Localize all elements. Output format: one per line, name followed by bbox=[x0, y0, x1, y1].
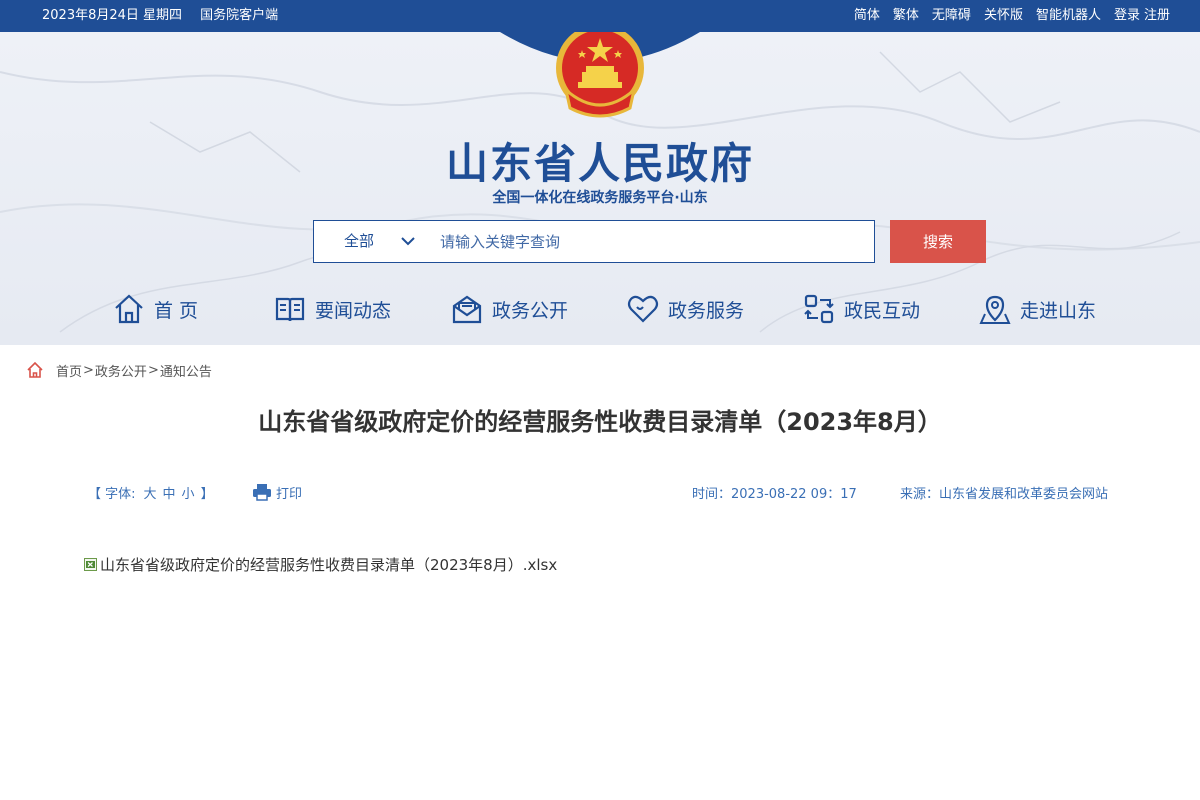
breadcrumb-notices[interactable]: 通知公告 bbox=[160, 361, 212, 380]
traditional-chinese-link[interactable]: 繁体 bbox=[893, 0, 919, 32]
state-council-client-link[interactable]: 国务院客户端 bbox=[200, 8, 278, 23]
search-scope-select[interactable]: 全部 bbox=[344, 221, 374, 262]
breadcrumb-separator: > bbox=[147, 362, 159, 378]
national-emblem-icon bbox=[556, 32, 644, 118]
nav-item-government-affairs[interactable]: 政务公开 bbox=[450, 287, 568, 331]
attachment-filename: 山东省省级政府定价的经营服务性收费目录清单（2023年8月）.xlsx bbox=[100, 555, 558, 574]
font-size-label: 【 字体: bbox=[88, 486, 136, 502]
printer-icon bbox=[253, 484, 271, 501]
article-title: 山东省省级政府定价的经营服务性收费目录清单（2023年8月） bbox=[258, 408, 942, 436]
nav-item-label: 政民互动 bbox=[844, 299, 921, 322]
nav-item-news[interactable]: 要闻动态 bbox=[273, 287, 391, 331]
nav-item-about-shandong[interactable]: 走进山东 bbox=[978, 287, 1096, 331]
simplified-chinese-link[interactable]: 简体 bbox=[854, 0, 880, 32]
search-input[interactable] bbox=[440, 226, 860, 257]
search-button[interactable]: 搜索 bbox=[890, 220, 986, 263]
nav-item-label: 政务公开 bbox=[492, 299, 569, 322]
print-button[interactable]: 打印 bbox=[252, 482, 302, 502]
interaction-icon bbox=[804, 294, 834, 324]
nav-item-label: 政务服务 bbox=[668, 299, 745, 322]
header-banner: 山东省人民政府 全国一体化在线政务服务平台·山东 全部 搜索 首 页 要闻动态 bbox=[0, 32, 1200, 345]
nav-item-interaction[interactable]: 政民互动 bbox=[802, 287, 920, 331]
site-title: 山东省人民政府 bbox=[445, 139, 754, 188]
nav-item-government-services[interactable]: 政务服务 bbox=[626, 287, 744, 331]
font-size-controls: 【 字体: 大 中 小 】 bbox=[88, 482, 214, 502]
font-size-small[interactable]: 小 bbox=[182, 483, 195, 502]
top-bar-left: 2023年8月24日 星期四 国务院客户端 bbox=[42, 0, 278, 32]
breadcrumb-home[interactable]: 首页 bbox=[56, 361, 82, 380]
nav-item-label: 首 页 bbox=[154, 299, 199, 322]
font-size-medium[interactable]: 中 bbox=[163, 483, 176, 502]
home-icon bbox=[115, 294, 143, 324]
main-nav: 首 页 要闻动态 政务公开 政务服务 政民互动 走进山东 bbox=[0, 287, 1200, 331]
accessibility-link[interactable]: 无障碍 bbox=[932, 0, 971, 32]
font-size-large[interactable]: 大 bbox=[144, 483, 157, 502]
nav-item-label: 要闻动态 bbox=[315, 299, 392, 322]
home-icon bbox=[27, 361, 43, 378]
attachment-link[interactable]: 山东省省级政府定价的经营服务性收费目录清单（2023年8月）.xlsx bbox=[84, 553, 557, 575]
breadcrumb-government-affairs[interactable]: 政务公开 bbox=[95, 361, 147, 380]
current-date: 2023年8月24日 星期四 bbox=[42, 8, 183, 23]
nav-item-label: 走进山东 bbox=[1020, 299, 1097, 322]
book-icon bbox=[275, 297, 305, 322]
heart-icon bbox=[627, 295, 659, 323]
breadcrumb: 首页 > 政务公开 > 通知公告 bbox=[26, 360, 212, 380]
top-bar-links: 简体 繁体 无障碍 关怀版 智能机器人 登录 注册 bbox=[854, 0, 1170, 32]
register-link[interactable]: 注册 bbox=[1144, 0, 1170, 32]
login-link[interactable]: 登录 bbox=[1114, 0, 1140, 32]
top-bar: 2023年8月24日 星期四 国务院客户端 简体 繁体 无障碍 关怀版 智能机器… bbox=[0, 0, 1200, 32]
print-label: 打印 bbox=[276, 486, 303, 502]
font-size-end: 】 bbox=[200, 486, 214, 502]
excel-file-icon bbox=[84, 557, 97, 571]
breadcrumb-separator: > bbox=[83, 362, 94, 378]
smart-robot-link[interactable]: 智能机器人 bbox=[1036, 0, 1101, 32]
location-icon bbox=[979, 295, 1011, 324]
article-source: 来源：山东省发展和改革委员会网站 bbox=[900, 486, 1109, 502]
nav-item-home[interactable]: 首 页 bbox=[112, 287, 198, 331]
publish-time: 时间：2023-08-22 09：17 bbox=[692, 486, 857, 502]
mail-icon bbox=[452, 295, 482, 324]
elderly-care-mode-link[interactable]: 关怀版 bbox=[984, 0, 1023, 32]
site-subtitle: 全国一体化在线政务服务平台·山东 bbox=[492, 190, 708, 206]
chevron-down-icon[interactable] bbox=[400, 233, 416, 249]
search-box: 全部 bbox=[313, 220, 875, 263]
